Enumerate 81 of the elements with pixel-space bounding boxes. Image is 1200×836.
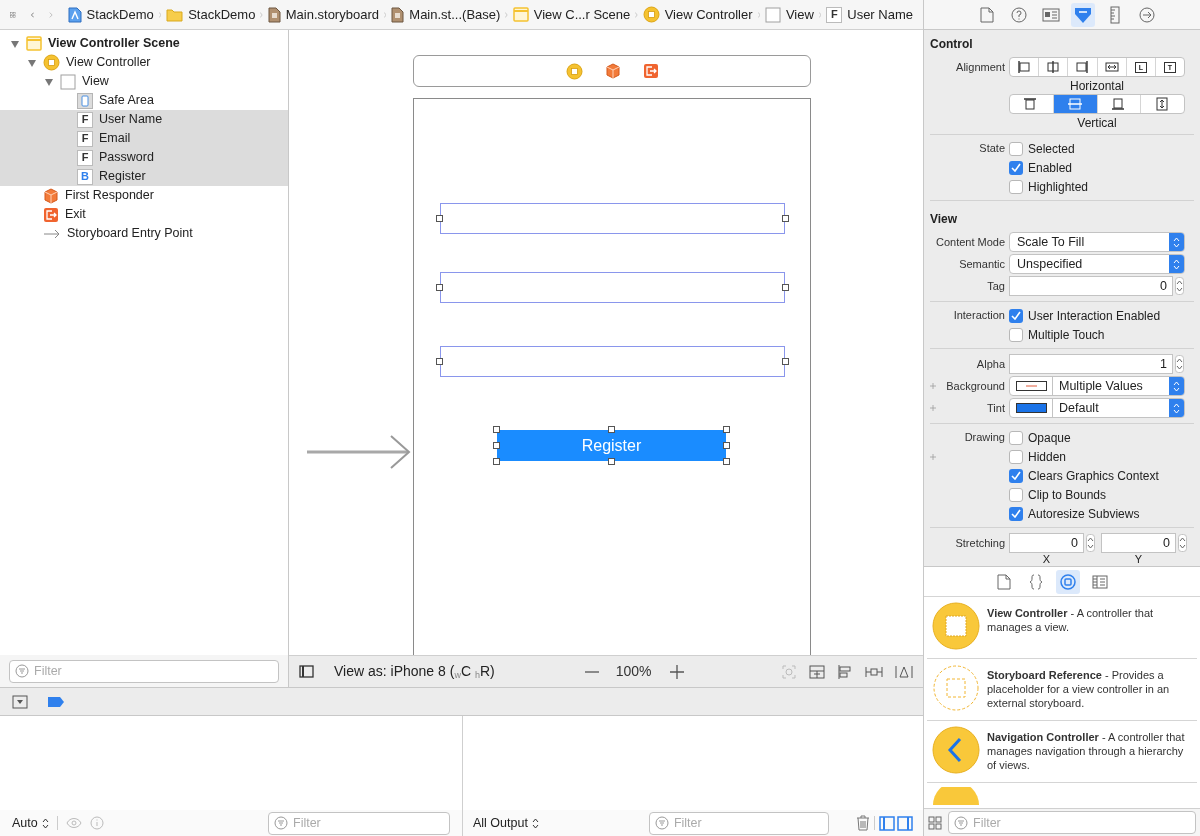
number-field[interactable]: 0 <box>1101 533 1176 553</box>
text-field-icon: F <box>826 6 843 23</box>
checkbox-label: Highlighted <box>1028 178 1089 196</box>
color-dropdown[interactable]: Multiple Values <box>1009 376 1185 396</box>
outline-label: Storyboard Entry Point <box>67 225 193 243</box>
filter-field[interactable]: Filter <box>268 811 450 835</box>
outline-row[interactable]: F Email <box>0 129 288 148</box>
outline-row[interactable]: View Controller Scene <box>0 34 288 53</box>
number-field[interactable]: 1 <box>1009 354 1173 374</box>
checkbox-label: Clears Graphics Context <box>1028 467 1159 485</box>
outline-row[interactable]: B Register <box>0 167 288 186</box>
checkbox-label: Clip to Bounds <box>1028 486 1107 504</box>
number-field[interactable]: 0 <box>1009 533 1084 553</box>
field-label: Tint <box>986 400 1006 416</box>
filter-field[interactable]: Filter <box>948 811 1196 834</box>
caption: Horizontal <box>1069 77 1125 95</box>
outline-row[interactable]: Storyboard Entry Point <box>0 224 288 243</box>
outline-label: User Name <box>99 111 163 129</box>
outline-row[interactable]: F User Name <box>0 110 288 129</box>
breadcrumb-item[interactable]: StackDemo <box>188 4 256 25</box>
outline-label: View Controller Scene <box>48 35 180 53</box>
checkbox-label: Autoresize Subviews <box>1028 505 1140 523</box>
caption: Vertical <box>1076 114 1118 132</box>
library-item-description: Navigation Controller - A controller that manages navigation through a hierarchy of views. <box>987 730 1186 772</box>
breadcrumb-item[interactable]: Main.storyboard <box>285 4 379 25</box>
view-as-device[interactable]: View as: iPhone 8 ($_{w}$C $_{h}$R) <box>334 661 495 682</box>
checkbox-label: Hidden <box>1028 448 1067 466</box>
checkbox-label: Multiple Touch <box>1028 326 1105 344</box>
section-title: View <box>930 211 959 228</box>
breadcrumb-item[interactable]: User Name <box>847 4 913 25</box>
axis-caption: X <box>1041 554 1052 564</box>
field-label: Interaction <box>952 308 1006 324</box>
breadcrumb-item[interactable]: StackDemo <box>86 4 154 25</box>
section-title: Control <box>930 36 974 53</box>
field-label: Stretching <box>954 535 1006 551</box>
library-item-description: Storyboard Reference - Provides a placeholder for a view controller in an external storyboard. <box>987 668 1171 710</box>
field-label: Drawing <box>963 430 1006 446</box>
outline-label: Email <box>99 130 131 148</box>
library-item-description: View Controller - A controller that manages a view. <box>987 606 1155 634</box>
outline-row[interactable]: First Responder <box>0 186 288 205</box>
number-field[interactable]: 0 <box>1009 276 1173 296</box>
dropdown[interactable]: Unspecified <box>1009 254 1185 274</box>
output-popup[interactable]: All Output <box>473 813 539 833</box>
dropdown[interactable]: Scale To Fill <box>1009 232 1185 252</box>
outline-label: Password <box>99 149 154 167</box>
breadcrumb-item[interactable]: View <box>785 4 814 25</box>
field-label: Alpha <box>975 356 1006 372</box>
outline-label: View Controller <box>66 54 151 72</box>
checkbox-label: User Interaction Enabled <box>1028 307 1161 325</box>
checkbox-label: Selected <box>1028 140 1075 158</box>
outline-row[interactable]: View <box>0 72 288 91</box>
scope-popup[interactable]: Auto <box>12 813 49 833</box>
outline-label: First Responder <box>65 187 154 205</box>
outline-label: View <box>82 73 109 91</box>
axis-caption: Y <box>1133 554 1144 564</box>
breadcrumb-item[interactable]: View C...r Scene <box>533 4 631 25</box>
field-label: Content Mode <box>936 234 1007 250</box>
color-dropdown[interactable]: Default <box>1009 398 1185 418</box>
outline-row[interactable]: Safe Area <box>0 91 288 110</box>
checkbox-label: Opaque <box>1028 429 1071 447</box>
filter-field[interactable]: Filter <box>648 811 829 835</box>
field-label: Semantic <box>958 256 1006 272</box>
text-field-icon: F <box>77 130 93 147</box>
filter-field[interactable]: Filter <box>9 659 279 683</box>
button-icon: B <box>77 168 93 185</box>
outline-row[interactable]: F Password <box>0 148 288 167</box>
outline-row[interactable]: View Controller <box>0 53 288 72</box>
field-label: Tag <box>986 278 1006 294</box>
breadcrumb-item[interactable]: View Controller <box>664 4 753 25</box>
breadcrumb-item[interactable]: Main.st...(Base) <box>409 4 501 25</box>
zoom-level: 100% <box>615 662 652 681</box>
text-field-icon: F <box>77 149 93 166</box>
outline-label: Exit <box>65 206 86 224</box>
outline-row[interactable]: Exit <box>0 205 288 224</box>
field-label: State <box>978 141 1006 157</box>
outline-label: Safe Area <box>99 92 154 110</box>
checkbox-label: Enabled <box>1028 159 1073 177</box>
outline-label: Register <box>99 168 146 186</box>
field-label: Background <box>945 378 1006 394</box>
field-label: Alignment <box>955 59 1006 75</box>
text-field-icon: F <box>77 111 93 128</box>
